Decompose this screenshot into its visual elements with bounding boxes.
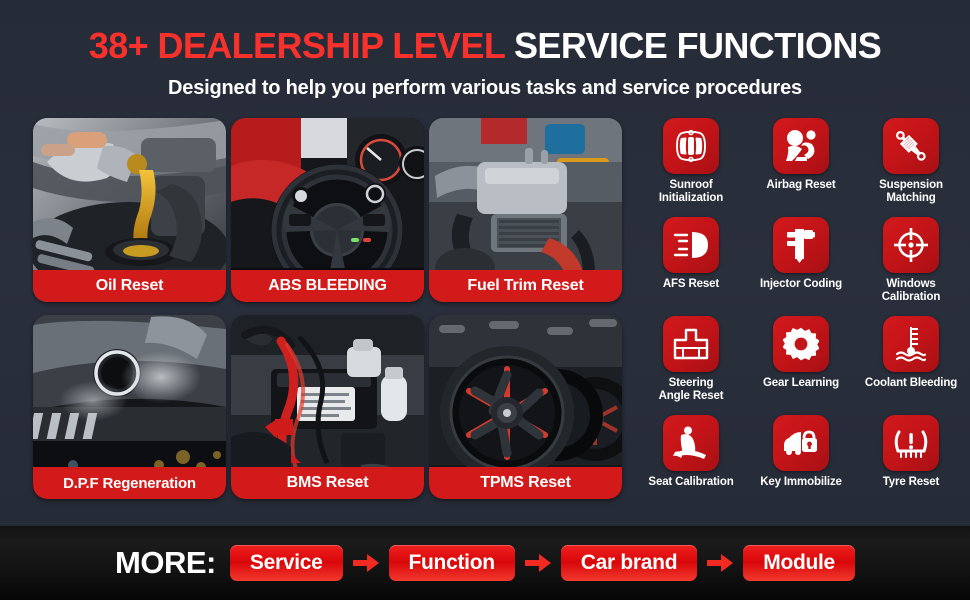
function-item-gear-learning[interactable]: Gear Learning — [746, 316, 856, 390]
card-caption: Oil Reset — [33, 270, 226, 302]
function-item-afs-reset[interactable]: AFS Reset — [636, 217, 746, 291]
function-item-seat-calibration[interactable]: Seat Calibration — [636, 415, 746, 489]
more-workflow-bar: MORE: Service Function Car brand Module — [0, 526, 970, 600]
function-item-tyre-reset[interactable]: Tyre Reset — [856, 415, 966, 489]
card-caption: ABS BLEEDING — [231, 270, 424, 302]
headlamp-icon — [673, 232, 708, 258]
function-tile[interactable] — [883, 118, 939, 174]
headline-red-part: 38+ DEALERSHIP LEVEL — [88, 25, 505, 66]
workflow-step-function[interactable]: Function — [388, 545, 515, 581]
service-photo-grid: Oil Reset ABS BLEEDING Fuel Trim Reset D… — [33, 118, 623, 510]
function-item-coolant-bleeding[interactable]: Coolant Bleeding — [856, 316, 966, 390]
function-item-key-immobilize[interactable]: Key Immobilize — [746, 415, 856, 489]
function-tile[interactable] — [773, 316, 829, 372]
coolant-thermometer-icon — [895, 327, 927, 362]
function-item-windows-calibration[interactable]: Windows Calibration — [856, 217, 966, 304]
service-card[interactable]: Fuel Trim Reset — [429, 118, 622, 302]
function-label: Suspension Matching — [879, 179, 943, 204]
poster-header: 38+ DEALERSHIP LEVEL SERVICE FUNCTIONS D… — [0, 0, 970, 104]
function-tile[interactable] — [663, 316, 719, 372]
function-label: Windows Calibration — [881, 278, 941, 303]
steering-angle-icon — [673, 328, 709, 360]
function-item-airbag-reset[interactable]: Airbag Reset — [746, 118, 856, 192]
function-label: Sunroof Initialization — [658, 179, 724, 204]
card-caption: TPMS Reset — [429, 467, 622, 499]
page-subtitle: Designed to help you perform various tas… — [168, 77, 802, 99]
service-card[interactable]: BMS Reset — [231, 315, 424, 499]
function-tile[interactable] — [883, 415, 939, 471]
workflow-step-car-brand[interactable]: Car brand — [560, 545, 698, 581]
function-label: Airbag Reset — [766, 179, 836, 191]
function-label: AFS Reset — [662, 278, 720, 290]
function-tile[interactable] — [663, 118, 719, 174]
sunroof-car-icon — [676, 129, 706, 163]
function-tile[interactable] — [773, 415, 829, 471]
function-item-sunroof-initialization[interactable]: Sunroof Initialization — [636, 118, 746, 205]
function-label: Coolant Bleeding — [864, 377, 958, 389]
service-card[interactable]: TPMS Reset — [429, 315, 622, 499]
service-card[interactable]: Oil Reset — [33, 118, 226, 302]
arrow-right-icon — [352, 554, 379, 572]
more-label: MORE: — [115, 545, 216, 580]
car-lock-icon — [784, 430, 817, 455]
function-tile[interactable] — [663, 217, 719, 273]
function-label: Tyre Reset — [882, 476, 940, 488]
page-title: 38+ DEALERSHIP LEVEL SERVICE FUNCTIONS — [0, 0, 970, 64]
workflow-step-module[interactable]: Module — [743, 545, 855, 581]
function-tile[interactable] — [773, 217, 829, 273]
tpms-warning-icon — [894, 430, 928, 458]
card-caption: Fuel Trim Reset — [429, 270, 622, 302]
function-tile[interactable] — [883, 316, 939, 372]
function-tile[interactable] — [663, 415, 719, 471]
function-item-steering-angle-reset[interactable]: Steering Angle Reset — [636, 316, 746, 403]
crosshair-target-icon — [894, 228, 928, 262]
function-tile[interactable] — [773, 118, 829, 174]
function-item-injector-coding[interactable]: Injector Coding — [746, 217, 856, 291]
shock-absorber-icon — [895, 130, 926, 161]
function-label: Steering Angle Reset — [658, 377, 724, 402]
service-card[interactable]: D.P.F Regeneration — [33, 315, 226, 499]
workflow-step-service[interactable]: Service — [229, 545, 343, 581]
function-label: Seat Calibration — [648, 476, 734, 488]
car-seat-icon — [673, 426, 706, 459]
function-tile[interactable] — [883, 217, 939, 273]
function-item-suspension-matching[interactable]: Suspension Matching — [856, 118, 966, 205]
airbag-icon — [786, 130, 816, 161]
poster-root: 38+ DEALERSHIP LEVEL SERVICE FUNCTIONS D… — [0, 0, 970, 600]
headline-white-part: SERVICE FUNCTIONS — [514, 25, 882, 66]
function-label: Key Immobilize — [760, 476, 842, 488]
service-card[interactable]: ABS BLEEDING — [231, 118, 424, 302]
fuel-injector-icon — [787, 229, 815, 263]
arrow-right-icon — [707, 554, 734, 572]
card-caption: D.P.F Regeneration — [33, 467, 226, 499]
service-function-grid: Sunroof Initialization Airbag Reset Susp… — [636, 118, 966, 510]
gear-icon — [783, 327, 819, 361]
card-caption: BMS Reset — [231, 467, 424, 499]
arrow-right-icon — [524, 554, 551, 572]
function-label: Injector Coding — [759, 278, 843, 290]
function-label: Gear Learning — [762, 377, 840, 389]
